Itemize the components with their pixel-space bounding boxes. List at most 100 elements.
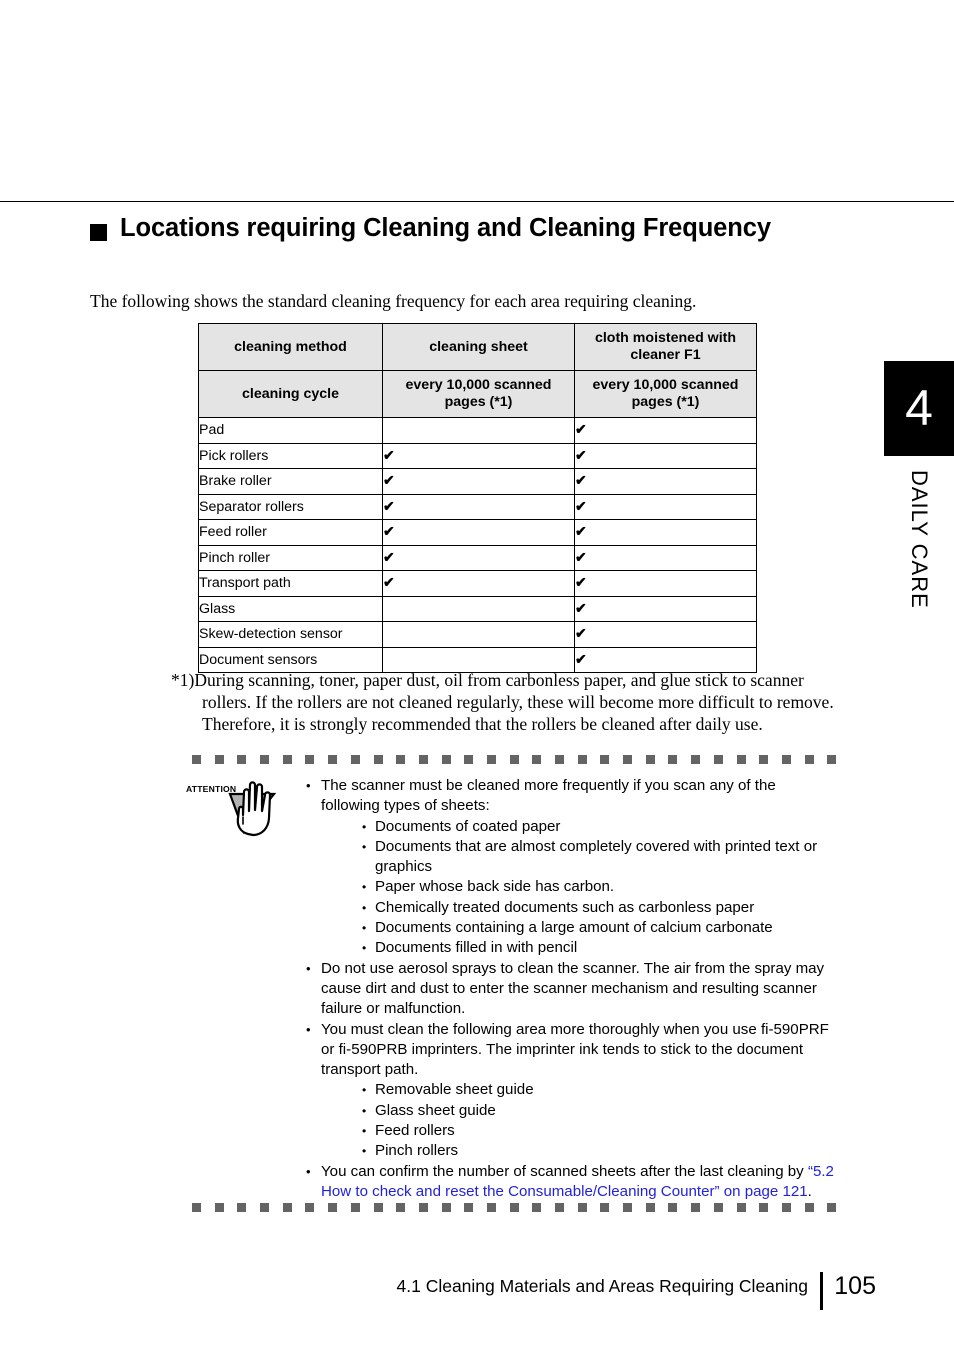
chapter-label-text: DAILY CARE [907,470,932,609]
page-number: 105 [834,1272,876,1300]
divider-dash [260,755,270,764]
header-cell-cycle-sheet: every 10,000 scanned pages (*1) [382,370,575,418]
divider-dash [328,755,338,764]
check-icon: ✔ [575,422,587,439]
divider-dash [509,755,519,764]
check-icon: ✔ [383,447,395,464]
divider-dash [464,755,474,764]
chapter-number: 4 [905,380,933,436]
table-cell-area-label: Transport path [198,570,383,597]
divider-dash [668,755,678,764]
divider-dash [532,1203,542,1212]
table-data-rows: Pad ✔ Pick rollers ✔ ✔ Brake roller ✔ ✔ Separato… [198,417,757,673]
attention-bottom-divider [192,1203,837,1212]
attention-bullet-item: Do not use aerosol sprays to clean the s… [306,959,834,1020]
check-icon: ✔ [575,651,587,668]
divider-dash [555,1203,564,1212]
check-icon: ✔ [575,498,587,515]
divider-dash [645,1203,655,1212]
header-rule [0,201,954,202]
divider-dash [781,1203,791,1212]
attention-top-divider [192,755,837,764]
table-cell-cleaning-sheet [382,621,575,648]
attention-link-suffix: . [807,1182,812,1200]
divider-dash [237,1203,247,1212]
divider-dash [827,755,837,764]
table-cell-cleaning-sheet: ✔ [382,519,575,546]
attention-sub-bullet-item: Removable sheet guide [306,1080,834,1100]
footer-section-title: 4.1 Cleaning Materials and Areas Requiri… [396,1276,809,1296]
check-icon: ✔ [383,498,395,515]
divider-dash [305,755,315,764]
table-cell-cloth-f1: ✔ [574,468,757,495]
table-cell-cleaning-sheet [382,595,575,622]
footnote-line-2: rollers. If the rollers are not cleaned … [202,692,834,712]
check-icon: ✔ [575,600,587,617]
attention-bullet-item: You must clean the following area more t… [306,1020,834,1081]
check-icon: ✔ [575,447,587,464]
divider-dash [691,1203,701,1212]
divider-dash [736,755,746,764]
attention-note-body: The scanner must be cleaned more frequen… [306,776,834,1202]
divider-dash [827,1203,837,1212]
divider-dash [441,755,451,764]
attention-link-prefix: You can confirm the number of scanned sh… [321,1162,808,1180]
page-footer: 4.1 Cleaning Materials and Areas Requiri… [0,1272,954,1312]
section-heading: Locations requiring Cleaning and Cleanin… [90,213,790,244]
divider-dash [736,1203,746,1212]
check-icon: ✔ [383,575,395,592]
table-cell-cloth-f1: ✔ [574,621,757,648]
table-cell-area-label: Pinch roller [198,544,383,571]
table-row: Transport path ✔ ✔ [198,570,757,597]
divider-dash [464,1203,474,1212]
divider-dash [486,755,496,764]
divider-dash [305,1203,315,1212]
attention-sub-bullet-item: Chemically treated documents such as car… [306,898,834,918]
attention-icon: ATTENTION [186,776,292,838]
table-cell-cloth-f1: ✔ [574,570,757,597]
divider-dash [577,755,587,764]
header-cell-cloth-f1: cloth moistened with cleaner F1 [574,323,757,371]
square-bullet-icon [90,224,107,241]
divider-dash [396,1203,406,1212]
page-title: Locations requiring Cleaning and Cleanin… [120,214,771,242]
table-cell-cloth-f1: ✔ [574,544,757,571]
attention-sub-bullet-item: Documents of coated paper [306,817,834,837]
table-cell-cleaning-sheet: ✔ [382,493,575,520]
divider-dash [781,755,791,764]
divider-dash [645,755,655,764]
attention-sub-bullet-item: Paper whose back side has carbon. [306,877,834,897]
table-row: Pad ✔ [198,417,757,444]
divider-dash [192,755,201,764]
table-cell-cleaning-sheet [382,417,575,444]
table-row: Separator rollers ✔ ✔ [198,493,757,520]
divider-dash [373,1203,383,1212]
attention-sub-bullet-item: Glass sheet guide [306,1101,834,1121]
divider-dash [577,1203,587,1212]
divider-dash [486,1203,496,1212]
table-row: Pinch roller ✔ ✔ [198,544,757,571]
divider-dash [350,755,360,764]
divider-dash [260,1203,270,1212]
table-cell-cleaning-sheet: ✔ [382,468,575,495]
table-body: cleaning method cleaning sheet cloth moi… [198,323,757,418]
table-cell-area-label: Separator rollers [198,493,383,520]
divider-dash [623,755,633,764]
attention-sub-bullet-item: Pinch rollers [306,1141,834,1161]
footnote-line-1: *1)During scanning, toner, paper dust, o… [171,670,804,690]
check-icon: ✔ [575,473,587,490]
footnote-line-3: Therefore, it is strongly recommended th… [202,714,763,734]
divider-dash [214,755,224,764]
table-row: Skew-detection sensor ✔ [198,621,757,648]
attention-label: ATTENTION [186,784,237,794]
check-icon: ✔ [575,524,587,541]
header-cell-cycle-cloth: every 10,000 scanned pages (*1) [574,370,757,418]
divider-dash [691,755,701,764]
chapter-tab-label: DAILY CARE [884,470,954,650]
divider-dash [237,755,247,764]
divider-dash [532,755,542,764]
divider-dash [509,1203,519,1212]
table-cell-area-label: Feed roller [198,519,383,546]
divider-dash [600,755,610,764]
table-row: Pick rollers ✔ ✔ [198,442,757,469]
